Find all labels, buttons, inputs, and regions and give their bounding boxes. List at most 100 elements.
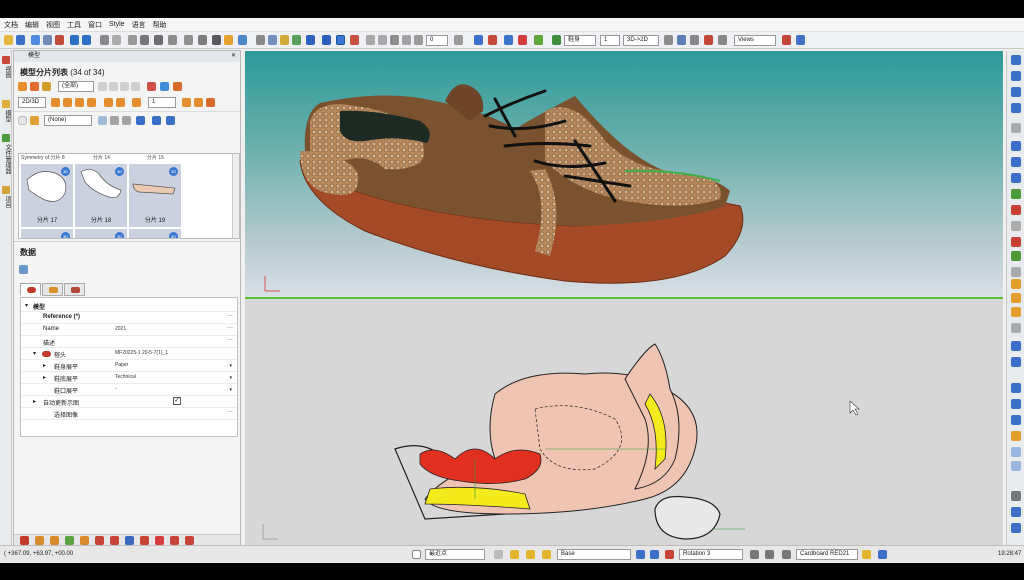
3d-viewport[interactable]	[245, 51, 1003, 297]
menu-file[interactable]: 文档	[4, 20, 18, 30]
mode-select[interactable]: 3D->2D	[623, 35, 659, 46]
footer-sole-icon[interactable]	[50, 536, 59, 545]
new-file-icon[interactable]	[4, 35, 13, 45]
piece-color-icon[interactable]	[665, 550, 674, 559]
splitter[interactable]	[14, 241, 240, 242]
expand-icon[interactable]: ▾	[33, 350, 36, 357]
pencil-icon[interactable]	[224, 35, 233, 45]
rt-export-icon[interactable]	[1011, 523, 1021, 533]
numeric-field[interactable]: 0	[426, 35, 448, 46]
cut-icon[interactable]	[100, 35, 109, 45]
menu-tools[interactable]: 工具	[67, 20, 81, 30]
prop-sole-row[interactable]: ▸ 鞋底展平 Technical ▾	[21, 372, 237, 384]
file-manager-tab-icon[interactable]	[2, 134, 10, 142]
rt-contour-icon[interactable]	[1011, 267, 1021, 277]
side-tab-file-manager[interactable]: 文件管理器	[2, 144, 10, 174]
undo-icon[interactable]	[70, 35, 79, 45]
rt-split-icon[interactable]	[1011, 173, 1021, 183]
rotation-select[interactable]: Rotation 3	[679, 549, 743, 560]
shoe-icon-6[interactable]	[116, 98, 125, 107]
rt-snap-icon[interactable]	[1011, 399, 1021, 409]
snap-icon-1[interactable]	[526, 550, 535, 559]
snap-select[interactable]: 最近点	[425, 549, 485, 560]
rt-pin-icon[interactable]	[1011, 221, 1021, 231]
shoe-icon-7[interactable]	[132, 98, 141, 107]
render-icon[interactable]	[782, 35, 791, 45]
lock-icon[interactable]	[280, 35, 289, 45]
prop-upper-row[interactable]: ▸ 鞋身展平 Paper ▾	[21, 360, 237, 372]
footer-globe-icon[interactable]	[65, 536, 74, 545]
rt-leaf-icon[interactable]	[1011, 251, 1021, 261]
rt-move-icon[interactable]	[1011, 383, 1021, 393]
rt-bar-icon-1[interactable]	[1011, 447, 1021, 457]
fit-icon[interactable]	[402, 35, 411, 45]
shoe-icon-2[interactable]	[63, 98, 72, 107]
side-tab-project[interactable]: 项目	[2, 196, 10, 208]
data-refresh-icon[interactable]	[19, 265, 28, 274]
menu-view[interactable]: 视图	[46, 20, 60, 30]
last-icon[interactable]	[131, 82, 140, 91]
autoupdate-checkbox[interactable]: ✓	[173, 397, 181, 405]
view-front-icon[interactable]	[664, 35, 673, 45]
pointer-icon[interactable]	[322, 35, 331, 45]
grid-toggle-icon[interactable]	[494, 550, 503, 559]
2d-pattern-viewport[interactable]	[245, 299, 1003, 545]
color-wheel-icon[interactable]	[862, 550, 871, 559]
refresh-icon[interactable]	[160, 82, 169, 91]
footer-stop-icon[interactable]	[155, 536, 164, 545]
cursor-icon[interactable]	[136, 116, 145, 125]
dropdown-caret[interactable]: ▾	[229, 363, 232, 369]
dropdown-caret[interactable]: ▾	[229, 387, 232, 393]
piece-thumb-18[interactable]: 3D 分片 18	[75, 164, 127, 227]
material-icon[interactable]	[782, 550, 791, 559]
palette-icon[interactable]	[173, 82, 182, 91]
layer-select[interactable]: Base	[557, 549, 631, 560]
rt-print-icon[interactable]	[1011, 123, 1021, 133]
shoe-icon-10[interactable]	[206, 98, 215, 107]
rt-measure-icon[interactable]	[1011, 357, 1021, 367]
piece-thumb-20[interactable]: 3D	[21, 229, 73, 238]
scissors-icon[interactable]	[488, 35, 497, 45]
rt-align-icon[interactable]	[1011, 157, 1021, 167]
measure-icon[interactable]	[454, 35, 463, 45]
expand-icon[interactable]: ▸	[43, 374, 46, 381]
hand-icon[interactable]	[31, 35, 40, 45]
expand-icon[interactable]: ▸	[43, 362, 46, 369]
rt-grid-icon[interactable]	[1011, 87, 1021, 97]
dropdown-caret[interactable]: ▾	[229, 375, 232, 381]
rt-shoe-icon-1[interactable]	[1011, 279, 1021, 289]
layer-icon[interactable]	[292, 35, 301, 45]
piece-select[interactable]: 鞋身	[564, 35, 596, 46]
rt-outline-icon[interactable]	[1011, 323, 1021, 333]
rt-shape-icon[interactable]	[1011, 237, 1021, 247]
view-side-icon[interactable]	[677, 35, 686, 45]
rt-stitch-icon[interactable]	[1011, 431, 1021, 441]
bulb-icon[interactable]	[184, 35, 193, 45]
size-select[interactable]: 1	[600, 35, 620, 46]
align-icon[interactable]	[98, 116, 107, 125]
prop-last-row[interactable]: ▾ 楦头 MF20225-1 20-5-7(1)_1	[21, 348, 237, 360]
prop-image-row[interactable]: 选择图像 ···	[21, 408, 237, 420]
rt-settings-icon[interactable]	[1011, 507, 1021, 517]
footer-table-icon[interactable]	[170, 536, 179, 545]
footer-shoe-icon[interactable]	[20, 536, 29, 545]
tree-icon[interactable]	[534, 35, 543, 45]
view-tab-icon[interactable]	[2, 56, 10, 64]
scale-icon[interactable]	[110, 116, 119, 125]
snap-icon-2[interactable]	[542, 550, 551, 559]
zoom-out-icon[interactable]	[378, 35, 387, 45]
thumbs-scrollbar[interactable]	[232, 154, 239, 238]
more-button[interactable]: ···	[227, 409, 233, 415]
more-button[interactable]: ···	[227, 337, 233, 343]
move-icon[interactable]	[256, 35, 265, 45]
prop-desc-row[interactable]: 描述 ···	[21, 336, 237, 348]
filter-select[interactable]: (全部)	[58, 81, 94, 92]
menu-edit[interactable]: 编辑	[25, 20, 39, 30]
rt-flag-icon[interactable]	[1011, 205, 1021, 215]
shoe-icon-9[interactable]	[194, 98, 203, 107]
center-icon[interactable]	[122, 116, 131, 125]
footer-box-icon[interactable]	[110, 536, 119, 545]
more-button[interactable]: ···	[227, 325, 233, 331]
footer-frame-icon[interactable]	[95, 536, 104, 545]
prop-reference-row[interactable]: Reference (*) ···	[21, 312, 237, 324]
